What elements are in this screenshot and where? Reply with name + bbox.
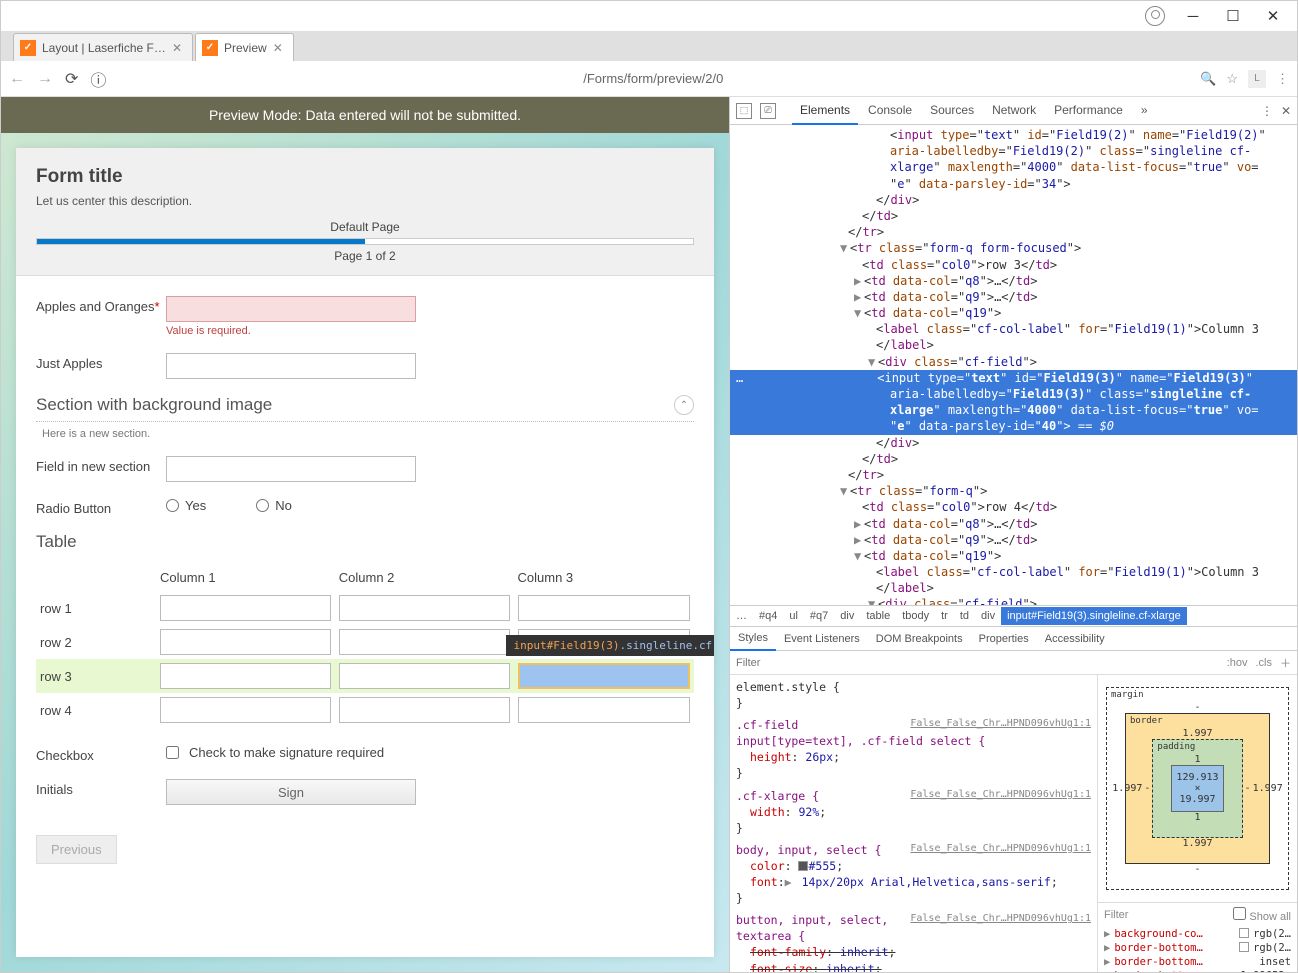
favicon-icon: ✓	[20, 40, 36, 56]
form-title: Form title	[36, 166, 694, 188]
styles-tab[interactable]: Styles	[730, 627, 776, 651]
browser-tab-preview[interactable]: ✓ Preview ✕	[195, 33, 294, 61]
table-cell-input[interactable]	[160, 697, 331, 723]
apples-oranges-label: Apples and Oranges*	[36, 296, 166, 314]
previous-button[interactable]: Previous	[36, 835, 117, 864]
devtools-close-icon[interactable]: ✕	[1281, 104, 1291, 118]
event-listeners-tab[interactable]: Event Listeners	[776, 628, 868, 650]
preview-mode-banner: Preview Mode: Data entered will not be s…	[1, 97, 729, 133]
form-header: Form title Let us center this descriptio…	[16, 148, 714, 276]
inspector-tooltip: input#Field19(3).singleline.cf-xlarge 13…	[506, 635, 715, 656]
tab-sources[interactable]: Sources	[922, 97, 982, 125]
tabs-overflow-icon[interactable]: »	[1133, 97, 1156, 125]
devtools-menu-icon[interactable]: ⋮	[1261, 104, 1273, 118]
tab-elements[interactable]: Elements	[792, 97, 858, 125]
bookmark-icon[interactable]: ☆	[1226, 71, 1238, 87]
back-button[interactable]: ←	[9, 70, 25, 88]
signature-required-checkbox[interactable]	[166, 746, 179, 759]
profile-badge[interactable]: L	[1248, 70, 1266, 88]
window-titlebar: ─ ☐ ✕	[1, 1, 1297, 31]
inspected-cell-input[interactable]	[518, 663, 691, 689]
progress-label: Default Page	[36, 220, 694, 234]
device-toggle-icon[interactable]: ⎚	[760, 103, 776, 119]
close-button[interactable]: ✕	[1253, 3, 1293, 29]
pager-text: Page 1 of 2	[36, 249, 694, 263]
collapse-section-button[interactable]: ⌃	[674, 395, 694, 415]
tab-network[interactable]: Network	[984, 97, 1044, 125]
form-description: Let us center this description.	[36, 194, 694, 208]
add-rule-icon[interactable]: ＋	[1280, 655, 1291, 671]
info-icon[interactable]: ⓘ	[90, 67, 106, 91]
table-row: row 3 input#Field19(3).singleline.cf-xla…	[36, 659, 694, 693]
table-cell-input[interactable]	[339, 697, 510, 723]
apples-oranges-input[interactable]	[166, 296, 416, 322]
styles-rules[interactable]: element.style { } False_False_Chr…HPND09…	[730, 675, 1097, 972]
section-description: Here is a new section.	[42, 428, 694, 440]
user-account-icon[interactable]	[1145, 6, 1165, 26]
field-new-section-label: Field in new section	[36, 456, 166, 474]
table-cell-input[interactable]	[339, 595, 510, 621]
radio-label: Radio Button	[36, 498, 166, 516]
table-title: Table	[36, 532, 694, 552]
menu-icon[interactable]: ⋮	[1276, 71, 1289, 87]
radio-yes[interactable]: Yes	[166, 498, 206, 513]
search-icon[interactable]: 🔍	[1200, 71, 1216, 87]
url-text[interactable]: /Forms/form/preview/2/0	[118, 71, 1188, 86]
cls-toggle[interactable]: .cls	[1256, 657, 1273, 669]
field-new-section-input[interactable]	[166, 456, 416, 482]
progress-bar	[36, 238, 694, 245]
breadcrumb[interactable]: … #q4 ul #q7 div table tbody tr td div i…	[730, 605, 1297, 627]
table-cell-input[interactable]	[339, 663, 510, 689]
table-cell-input[interactable]	[518, 595, 691, 621]
maximize-button[interactable]: ☐	[1213, 3, 1253, 29]
just-apples-input[interactable]	[166, 353, 416, 379]
initials-label: Initials	[36, 779, 166, 797]
table-cell-input[interactable]	[160, 629, 331, 655]
tab-close-icon[interactable]: ✕	[273, 41, 283, 55]
elements-tree[interactable]: <input type="text" id="Field19(2)" name=…	[730, 125, 1297, 605]
tab-title: Preview	[224, 41, 267, 55]
table-cell-input[interactable]	[518, 697, 691, 723]
just-apples-label: Just Apples	[36, 353, 166, 371]
browser-tab-layout[interactable]: ✓ Layout | Laserfiche Forms ✕	[13, 33, 193, 61]
table-row: row 4	[36, 693, 694, 727]
form-table: Column 1 Column 2 Column 3 row 1 row 2 r…	[36, 564, 694, 727]
forward-button[interactable]: →	[37, 70, 53, 88]
dom-breakpoints-tab[interactable]: DOM Breakpoints	[868, 628, 971, 650]
tab-console[interactable]: Console	[860, 97, 920, 125]
tab-performance[interactable]: Performance	[1046, 97, 1131, 125]
box-model: margin- border1.997 1.997- padding1 129.…	[1098, 675, 1297, 902]
table-col-2: Column 2	[335, 564, 514, 591]
checkbox-text: Check to make signature required	[189, 745, 384, 760]
form-preview-pane: Preview Mode: Data entered will not be s…	[1, 97, 729, 972]
address-bar: ← → ⟳ ⓘ /Forms/form/preview/2/0 🔍 ☆ L ⋮	[1, 61, 1297, 97]
show-all-checkbox[interactable]	[1233, 907, 1246, 920]
table-col-3: Column 3	[514, 564, 695, 591]
reload-button[interactable]: ⟳	[65, 69, 78, 89]
table-cell-input[interactable]	[160, 663, 331, 689]
styles-filter-input[interactable]	[736, 657, 1219, 669]
validation-error: Value is required.	[166, 325, 694, 337]
inspect-element-icon[interactable]: ⬚	[736, 103, 752, 119]
checkbox-label: Checkbox	[36, 745, 166, 763]
sign-button[interactable]: Sign	[166, 779, 416, 805]
computed-filter[interactable]: Filter	[1104, 909, 1128, 921]
accessibility-tab[interactable]: Accessibility	[1037, 628, 1113, 650]
computed-styles[interactable]: ▶background-co…rgb(2… ▶border-bottom…rgb…	[1098, 927, 1297, 972]
table-cell-input[interactable]	[160, 595, 331, 621]
table-cell-input[interactable]	[339, 629, 510, 655]
minimize-button[interactable]: ─	[1173, 3, 1213, 29]
section-title: Section with background image	[36, 395, 674, 415]
favicon-icon: ✓	[202, 40, 218, 56]
browser-tabs: ✓ Layout | Laserfiche Forms ✕ ✓ Preview …	[1, 31, 1297, 61]
devtools-panel: ⬚ ⎚ Elements Console Sources Network Per…	[729, 97, 1297, 972]
tab-close-icon[interactable]: ✕	[172, 41, 182, 55]
properties-tab[interactable]: Properties	[971, 628, 1037, 650]
tab-title: Layout | Laserfiche Forms	[42, 41, 166, 55]
radio-no[interactable]: No	[256, 498, 292, 513]
table-row: row 1	[36, 591, 694, 625]
hov-toggle[interactable]: :hov	[1227, 657, 1248, 669]
table-col-1: Column 1	[156, 564, 335, 591]
